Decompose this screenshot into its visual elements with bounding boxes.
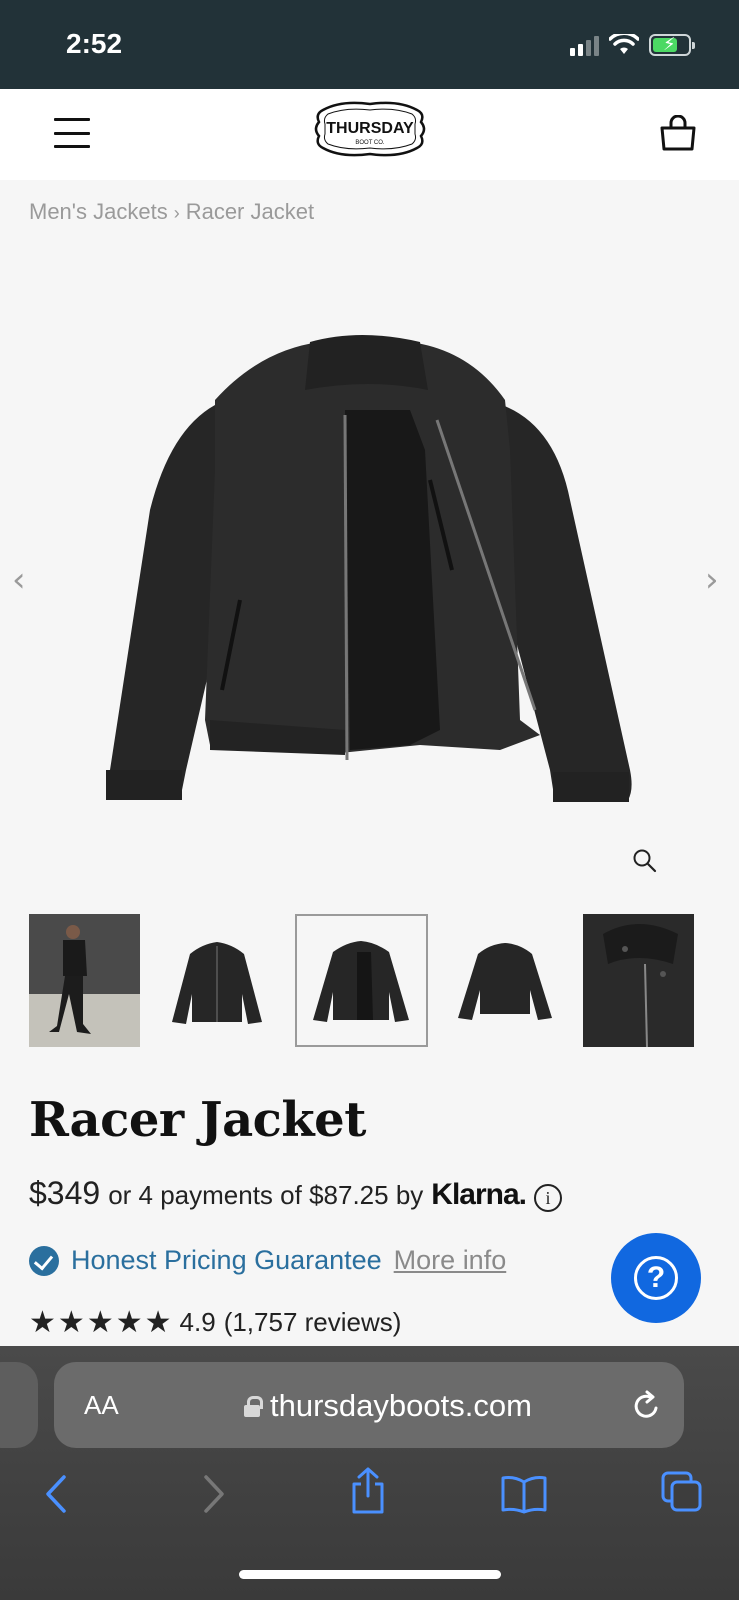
tabs-icon[interactable]: [660, 1470, 704, 1514]
zoom-icon[interactable]: [632, 848, 658, 874]
url-text[interactable]: thursdayboots.com: [270, 1388, 532, 1424]
thumbnail-model-walking[interactable]: [29, 914, 140, 1047]
breadcrumb-separator: ›: [173, 203, 180, 223]
question-mark-icon: ?: [634, 1256, 678, 1300]
lock-icon: [244, 1396, 263, 1417]
text-size-button[interactable]: AA: [84, 1390, 119, 1421]
previous-tab-peek[interactable]: [0, 1362, 38, 1448]
home-indicator: [239, 1570, 501, 1579]
product-title: Racer Jacket: [29, 1092, 366, 1148]
gallery-prev-arrow[interactable]: ‹: [12, 560, 26, 600]
logo-wordmark: THURSDAY: [326, 120, 414, 137]
thumbnail-strip: [29, 914, 694, 1047]
thumbnail-front-closed[interactable]: [162, 914, 273, 1047]
status-bar: 2:52 ⚡: [0, 0, 739, 89]
address-bar[interactable]: AA thursdayboots.com: [54, 1362, 684, 1448]
installments-text: or 4 payments of $87.25 by: [108, 1180, 424, 1210]
bookmarks-icon[interactable]: [500, 1474, 548, 1514]
gallery-next-arrow[interactable]: ›: [705, 560, 719, 600]
reload-icon[interactable]: [628, 1388, 664, 1424]
status-icons: ⚡: [570, 34, 695, 56]
product-price: $349: [29, 1175, 101, 1211]
menu-icon[interactable]: [54, 118, 90, 148]
breadcrumb-mens-jackets[interactable]: Men's Jackets: [29, 199, 168, 224]
info-icon[interactable]: i: [534, 1184, 562, 1212]
help-button[interactable]: ?: [611, 1233, 701, 1323]
thumbnail-collar-detail[interactable]: [583, 914, 694, 1047]
wifi-icon: [609, 34, 639, 54]
back-icon[interactable]: [44, 1474, 68, 1514]
honest-pricing-guarantee: Honest Pricing Guarantee More info: [29, 1245, 506, 1276]
thumbnail-front-open[interactable]: [295, 914, 428, 1047]
share-icon[interactable]: [348, 1466, 388, 1516]
more-info-link[interactable]: More info: [394, 1245, 507, 1276]
battery-icon: ⚡: [649, 34, 695, 56]
browser-toolbar: AA thursdayboots.com: [0, 1346, 739, 1600]
product-main-image[interactable]: [0, 250, 739, 890]
review-count[interactable]: (1,757 reviews): [224, 1307, 402, 1338]
check-circle-icon: [29, 1245, 59, 1276]
cellular-signal-icon: [570, 34, 599, 56]
breadcrumb-racer-jacket[interactable]: Racer Jacket: [186, 199, 314, 224]
breadcrumb: Men's Jackets › Racer Jacket: [29, 199, 314, 225]
thursday-logo[interactable]: THURSDAY BOOT CO.: [311, 98, 429, 160]
status-time: 2:52: [66, 28, 123, 59]
price-line: $349 or 4 payments of $87.25 by Klarna. …: [29, 1175, 562, 1212]
forward-icon[interactable]: [202, 1474, 226, 1514]
thumbnail-back[interactable]: [450, 914, 561, 1047]
guarantee-label[interactable]: Honest Pricing Guarantee: [71, 1245, 382, 1276]
shopping-bag-icon[interactable]: [658, 115, 698, 151]
product-rating[interactable]: ★ ★ ★ ★ ★ 4.9 (1,757 reviews): [29, 1305, 401, 1340]
site-header: THURSDAY BOOT CO.: [0, 89, 739, 180]
rating-value: 4.9: [179, 1307, 216, 1337]
logo-subtext: BOOT CO.: [355, 140, 385, 146]
klarna-logo: Klarna.: [431, 1178, 527, 1211]
star-rating-icon: ★ ★ ★ ★ ★: [29, 1305, 172, 1340]
